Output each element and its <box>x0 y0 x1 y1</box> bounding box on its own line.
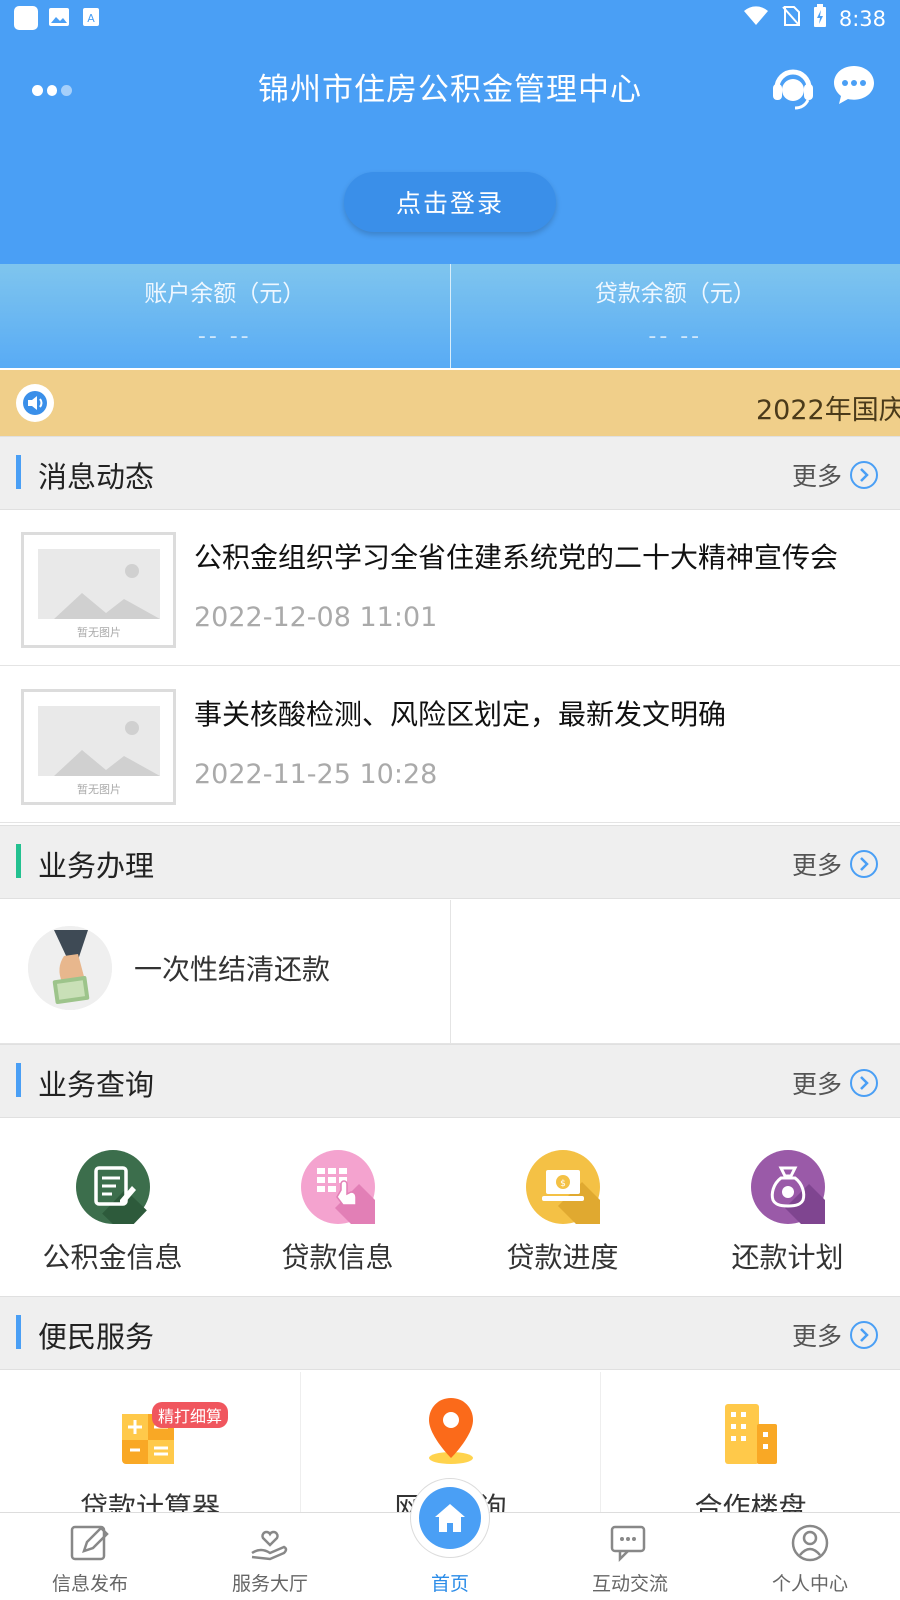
notice-text: 2022年国庆 <box>756 395 900 426</box>
image-placeholder: 暂无图片 <box>21 689 176 805</box>
no-sim-icon <box>781 5 801 32</box>
business-section-header: 业务办理 更多 <box>0 825 900 899</box>
partner-buildings-item[interactable]: 合作楼盘 <box>600 1372 900 1524</box>
money-bag-icon <box>751 1150 838 1237</box>
fund-info-item[interactable]: 公积金信息 <box>0 1118 225 1296</box>
notice-marquee[interactable]: 2022年国庆 <box>0 370 900 438</box>
account-balance-value: -- -- <box>197 324 252 349</box>
news-section-title: 消息动态 <box>38 460 155 494</box>
chevron-right-icon <box>850 1321 878 1349</box>
query-item-label: 公积金信息 <box>42 1241 183 1274</box>
section-accent-bar <box>16 1063 21 1097</box>
tab-label: 服务大厅 <box>231 1573 308 1595</box>
more-label: 更多 <box>791 851 842 880</box>
building-icon <box>719 1400 781 1470</box>
news-date: 2022-12-08 11:01 <box>194 602 438 633</box>
chevron-right-icon <box>850 461 878 489</box>
app-header: 锦州市住房公积金管理中心 点击登录 <box>0 36 900 264</box>
tab-service-hall[interactable]: 服务大厅 <box>180 1513 360 1600</box>
store-notification-icon: A <box>80 6 102 28</box>
home-icon <box>419 1487 481 1549</box>
image-notification-icon <box>48 6 70 28</box>
query-more-link[interactable]: 更多 <box>792 1065 878 1101</box>
tab-label: 首页 <box>430 1573 469 1595</box>
svg-text:A: A <box>87 12 95 25</box>
image-placeholder: 暂无图片 <box>21 532 176 648</box>
status-bar: A 8:38 <box>0 0 900 36</box>
thumb-text: 暂无图片 <box>77 783 121 796</box>
chevron-right-icon <box>850 850 878 878</box>
battery-charging-icon <box>813 4 827 33</box>
laptop-money-icon: $ <box>526 1150 613 1237</box>
query-section-title: 业务查询 <box>38 1068 155 1102</box>
loan-balance[interactable]: 贷款余额（元） -- -- <box>449 264 900 368</box>
chevron-right-icon <box>850 1069 878 1097</box>
service-section-header: 便民服务 更多 <box>0 1296 900 1370</box>
section-accent-bar <box>16 455 21 489</box>
status-time: 8:38 <box>838 6 886 31</box>
business-grid: 一次性结清还款 <box>0 900 900 1044</box>
tab-label: 互动交流 <box>591 1573 668 1595</box>
business-more-link[interactable]: 更多 <box>792 846 878 882</box>
query-section-header: 业务查询 更多 <box>0 1044 900 1118</box>
section-accent-bar <box>16 844 21 878</box>
service-section-title: 便民服务 <box>38 1320 155 1354</box>
loan-balance-label: 贷款余额（元） <box>594 281 756 307</box>
loan-progress-item[interactable]: $ 贷款进度 <box>450 1118 675 1296</box>
service-more-link[interactable]: 更多 <box>792 1317 878 1353</box>
document-edit-icon <box>76 1150 150 1235</box>
news-date: 2022-11-25 10:28 <box>194 759 438 790</box>
page-title: 锦州市住房公积金管理中心 <box>258 72 642 108</box>
tab-info-publish[interactable]: 信息发布 <box>0 1513 180 1600</box>
thumb-text: 暂无图片 <box>77 626 121 639</box>
more-label: 更多 <box>791 1322 842 1351</box>
section-accent-bar <box>16 1315 21 1349</box>
keypad-touch-icon <box>301 1150 388 1237</box>
news-item[interactable]: 暂无图片 公积金组织学习全省住建系统党的二十大精神宣传会 2022-12-08 … <box>0 510 900 666</box>
tab-label: 个人中心 <box>771 1573 848 1595</box>
customer-service-icon[interactable] <box>770 62 816 112</box>
chat-bubbles-icon <box>608 1523 652 1563</box>
speaker-icon <box>16 384 54 422</box>
cash-hand-icon <box>28 926 112 1010</box>
edit-document-icon <box>68 1523 112 1563</box>
wifi-icon <box>743 5 769 32</box>
calculator-badge: 精打细算 <box>152 1402 229 1428</box>
home-tab-bubble[interactable] <box>410 1478 490 1558</box>
message-icon[interactable] <box>832 64 876 106</box>
account-balance-label: 账户余额（元） <box>144 281 306 307</box>
account-balance[interactable]: 账户余额（元） -- -- <box>0 264 450 368</box>
query-item-label: 贷款进度 <box>506 1241 619 1274</box>
news-more-link[interactable]: 更多 <box>792 457 878 493</box>
news-title: 事关核酸检测、风险区划定，最新发文明确 <box>194 698 727 731</box>
loan-calculator-item[interactable]: 精打细算 贷款计算器 <box>0 1372 300 1524</box>
svg-text:$: $ <box>560 1179 566 1189</box>
more-label: 更多 <box>791 462 842 491</box>
tab-label: 信息发布 <box>51 1573 128 1595</box>
empty-business-cell <box>450 900 900 1044</box>
app-notification-icon <box>14 6 38 30</box>
query-grid: 公积金信息 贷款信息 $ 贷款进度 还款计划 <box>0 1118 900 1296</box>
login-button[interactable]: 点击登录 <box>344 172 556 232</box>
query-item-label: 还款计划 <box>731 1241 844 1274</box>
hand-heart-icon <box>248 1523 292 1563</box>
more-label: 更多 <box>791 1070 842 1099</box>
query-item-label: 贷款信息 <box>281 1241 394 1274</box>
tab-interaction[interactable]: 互动交流 <box>540 1513 720 1600</box>
user-profile-icon <box>788 1523 832 1563</box>
repayment-plan-item[interactable]: 还款计划 <box>675 1118 900 1296</box>
business-section-title: 业务办理 <box>38 849 155 883</box>
tab-personal-center[interactable]: 个人中心 <box>720 1513 900 1600</box>
location-pin-icon <box>419 1396 483 1470</box>
news-section-header: 消息动态 更多 <box>0 436 900 510</box>
news-item[interactable]: 暂无图片 事关核酸检测、风险区划定，最新发文明确 2022-11-25 10:2… <box>0 667 900 823</box>
app-screen: A 8:38 锦州市住房公积金管理中心 点击登录 账户余额（元） -- -- 贷… <box>0 0 900 1600</box>
loan-info-item[interactable]: 贷款信息 <box>225 1118 450 1296</box>
lump-sum-repayment-item[interactable]: 一次性结清还款 <box>0 900 450 1044</box>
news-title: 公积金组织学习全省住建系统党的二十大精神宣传会 <box>194 541 839 574</box>
business-item-label: 一次性结清还款 <box>134 953 331 986</box>
loan-balance-value: -- -- <box>648 324 703 349</box>
balance-panel: 账户余额（元） -- -- 贷款余额（元） -- -- <box>0 264 900 368</box>
